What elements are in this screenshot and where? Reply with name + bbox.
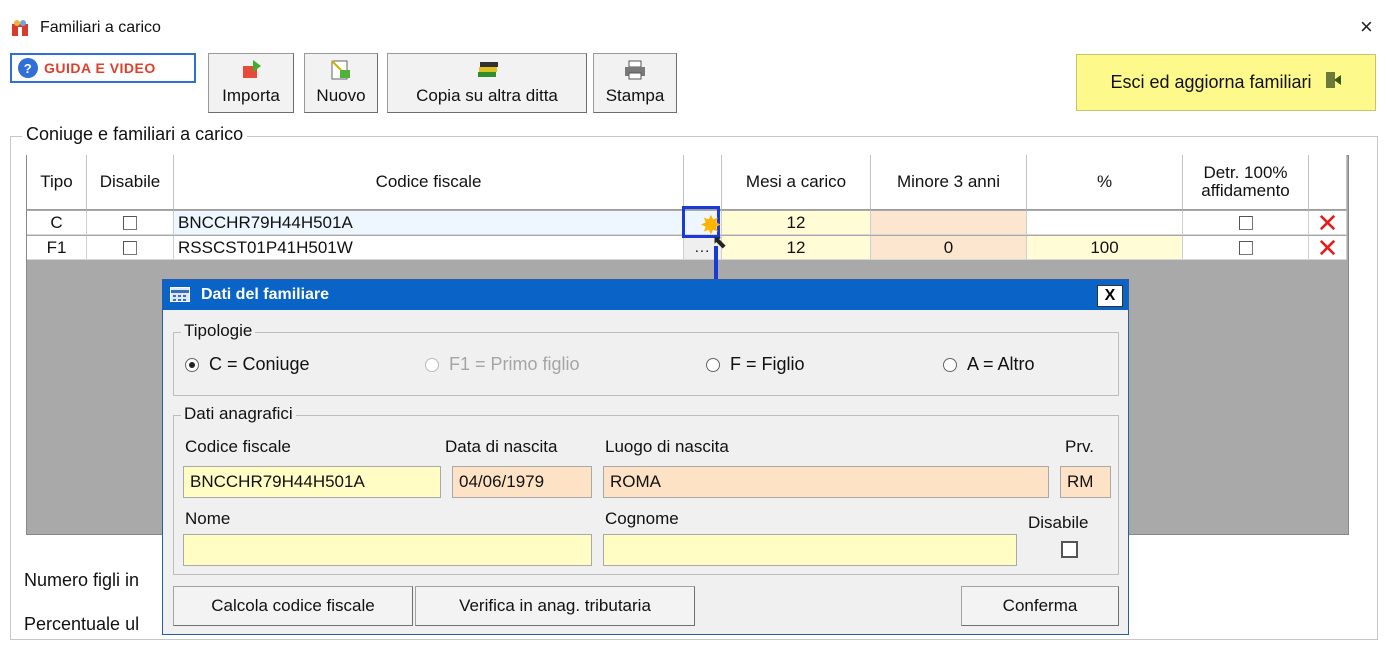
nuovo-button[interactable]: Nuovo	[304, 53, 378, 113]
row1-minore[interactable]	[871, 211, 1027, 235]
cognome-field[interactable]	[603, 534, 1017, 566]
nome-field[interactable]	[183, 534, 592, 566]
header-blank	[684, 155, 722, 210]
import-icon	[209, 58, 293, 86]
esci-label: Esci ed aggiorna familiari	[1110, 72, 1312, 92]
delete-x-icon: ✕	[1316, 232, 1339, 263]
importa-button[interactable]: Importa	[208, 53, 294, 113]
prv-label: Prv.	[1065, 437, 1094, 456]
row2-detr-checkbox[interactable]	[1238, 240, 1253, 255]
row1-tipo[interactable]: C	[27, 211, 87, 235]
radio-coniuge-label: C = Coniuge	[209, 354, 310, 374]
radio-figlio-label: F = Figlio	[730, 354, 805, 374]
exit-door-icon	[1324, 70, 1342, 95]
row1-detr-cell	[1183, 211, 1309, 235]
app-icon	[10, 18, 30, 38]
window-title: Familiari a carico	[40, 19, 161, 36]
luogo-nascita-label: Luogo di nascita	[605, 437, 729, 456]
close-window-icon[interactable]: ×	[1360, 16, 1373, 38]
guida-e-video-button[interactable]: ? GUIDA E VIDEO	[10, 53, 196, 83]
row2-disabile-cell	[87, 236, 174, 260]
header-mesi-a-carico[interactable]: Mesi a carico	[722, 155, 871, 210]
dialog-close-button[interactable]: X	[1097, 285, 1123, 307]
delete-x-icon: ✕	[1316, 207, 1339, 238]
data-nascita-label: Data di nascita	[445, 437, 558, 456]
row2-percentuale[interactable]: 100	[1027, 236, 1183, 260]
row1-disabile-cell	[87, 211, 174, 235]
header-codice-fiscale[interactable]: Codice fiscale	[174, 155, 684, 210]
header-tipo[interactable]: Tipo	[27, 155, 87, 210]
codice-fiscale-label: Codice fiscale	[185, 437, 291, 456]
row2-delete-button[interactable]: ✕	[1309, 232, 1347, 263]
header-percentuale[interactable]: %	[1027, 155, 1183, 210]
guida-label: GUIDA E VIDEO	[44, 60, 156, 76]
copia-label: Copia su altra ditta	[416, 86, 558, 105]
header-disabile[interactable]: Disabile	[87, 155, 174, 210]
stampa-button[interactable]: Stampa	[593, 53, 677, 113]
radio-altro-dot	[943, 357, 957, 372]
row2-codice-fiscale[interactable]: RSSCST01P41H501W	[174, 236, 684, 260]
header-detr-line2: affidamento	[1201, 181, 1290, 200]
dati-familiare-dialog: Dati del familiare X Tipologie C = Coniu…	[162, 279, 1129, 635]
numero-figli-label: Numero figli in	[24, 570, 140, 590]
dialog-titlebar[interactable]: Dati del familiare	[163, 280, 1128, 310]
calendar-icon	[170, 287, 190, 302]
row1-disabile-checkbox[interactable]	[123, 215, 137, 230]
row1-detr-checkbox[interactable]	[1238, 215, 1253, 230]
importa-label: Importa	[222, 86, 280, 105]
disabile-label: Disabile	[1028, 513, 1089, 532]
row1-mesi[interactable]: 12	[722, 211, 871, 235]
header-detr-line1: Detr. 100%	[1203, 163, 1288, 182]
cognome-label: Cognome	[605, 509, 679, 528]
row1-codice-fiscale[interactable]: BNCCHR79H44H501A	[174, 211, 684, 235]
radio-primo-figlio[interactable]: F1 = Primo figlio	[425, 354, 580, 375]
codice-fiscale-field[interactable]: BNCCHR79H44H501A	[183, 466, 441, 498]
copy-stack-icon	[388, 58, 586, 86]
radio-coniuge[interactable]: C = Coniuge	[185, 354, 310, 375]
disabile-checkbox[interactable]	[1061, 541, 1078, 558]
dialog-title: Dati del familiare	[201, 286, 330, 303]
new-document-icon	[305, 58, 377, 86]
radio-altro[interactable]: A = Altro	[943, 354, 1035, 375]
stampa-label: Stampa	[605, 86, 665, 105]
printer-icon	[594, 58, 676, 86]
group-legend: Coniuge e familiari a carico	[22, 124, 248, 145]
verifica-anag-tributaria-button[interactable]: Verifica in anag. tributaria	[415, 586, 695, 626]
conferma-button[interactable]: Conferma	[961, 586, 1119, 626]
radio-primo-figlio-dot	[425, 357, 439, 372]
nuovo-label: Nuovo	[316, 86, 366, 105]
row2-detr-cell	[1183, 236, 1309, 260]
tipologie-legend: Tipologie	[181, 321, 256, 341]
copia-su-altra-ditta-button[interactable]: Copia su altra ditta	[387, 53, 587, 113]
radio-coniuge-dot	[185, 357, 199, 372]
header-delete-col	[1309, 155, 1347, 210]
row1-percentuale[interactable]	[1027, 211, 1183, 235]
row2-mesi[interactable]: 12	[722, 236, 871, 260]
header-minore-3-anni[interactable]: Minore 3 anni	[871, 155, 1027, 210]
luogo-nascita-field[interactable]: ROMA	[603, 466, 1049, 498]
radio-primo-figlio-label: F1 = Primo figlio	[449, 354, 580, 374]
anagrafici-legend: Dati anagrafici	[181, 404, 296, 424]
header-detr-affidamento[interactable]: Detr. 100% affidamento	[1183, 155, 1309, 210]
esci-aggiorna-button[interactable]: Esci ed aggiorna familiari	[1076, 54, 1376, 111]
row2-disabile-checkbox[interactable]	[123, 240, 137, 255]
radio-figlio[interactable]: F = Figlio	[706, 354, 805, 375]
prv-field[interactable]: RM	[1060, 466, 1111, 498]
nome-label: Nome	[185, 509, 231, 528]
calcola-codice-fiscale-button[interactable]: Calcola codice fiscale	[173, 586, 413, 626]
row1-delete-button[interactable]: ✕	[1309, 207, 1347, 238]
data-nascita-field[interactable]: 04/06/1979	[452, 466, 592, 498]
radio-altro-label: A = Altro	[967, 354, 1035, 374]
row2-minore[interactable]: 0	[871, 236, 1027, 260]
percentuale-label: Percentuale ul	[24, 614, 140, 634]
help-search-icon: ?	[18, 58, 38, 78]
row2-tipo[interactable]: F1	[27, 236, 87, 260]
radio-figlio-dot	[706, 357, 720, 372]
